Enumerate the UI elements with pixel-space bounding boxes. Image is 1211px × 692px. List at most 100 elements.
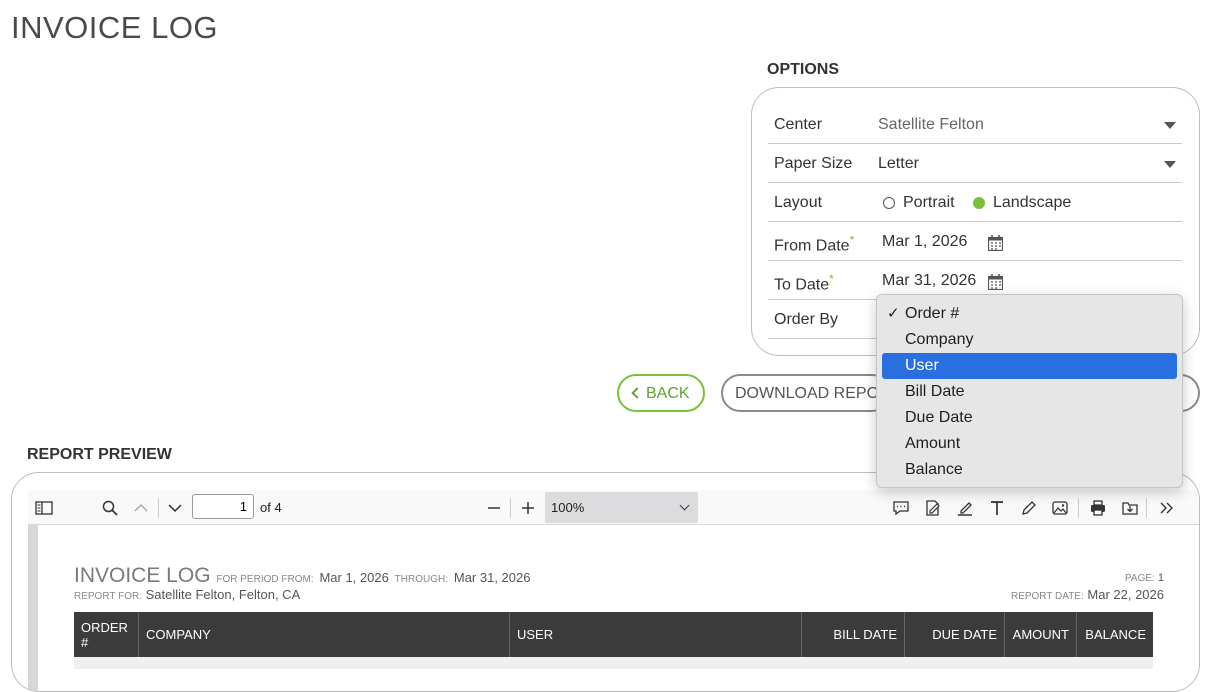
page-count: of 4 <box>260 500 282 515</box>
doc-period-from-label: FOR PERIOD FROM: <box>216 574 314 585</box>
doc-through: Mar 31, 2026 <box>453 570 531 585</box>
zoom-value: 100% <box>551 500 585 515</box>
landscape-label[interactable]: Landscape <box>993 194 1071 212</box>
checkmark-icon: ✓ <box>887 305 900 322</box>
zoom-in-icon[interactable] <box>519 499 537 517</box>
column-header-bill-date: BILL DATE <box>802 612 905 657</box>
doc-table-header: ORDER # COMPANY USER BILL DATE DUE DATE … <box>74 612 1153 657</box>
doc-report-for-value: Satellite Felton, Felton, CA <box>145 587 301 602</box>
toolbar-divider <box>510 498 511 518</box>
download-button-label: DOWNLOAD REPORT <box>735 385 891 402</box>
column-header-amount: AMOUNT <box>1005 612 1077 657</box>
report-preview-title: REPORT PREVIEW <box>27 446 172 463</box>
zoom-select[interactable]: 100% <box>545 492 698 523</box>
option-label: Due Date <box>905 409 973 426</box>
doc-report-for-label: REPORT FOR: <box>74 591 142 602</box>
doc-report-date-label: REPORT DATE: <box>1010 591 1084 602</box>
print-icon[interactable] <box>1089 499 1107 517</box>
option-label: Company <box>905 331 974 348</box>
pdf-toolbar: of 4 100% <box>28 490 1199 525</box>
from-date-row: From Date* Mar 1, 2026 <box>768 222 1182 261</box>
chevron-down-icon <box>679 500 690 511</box>
center-value: Satellite Felton <box>878 116 984 133</box>
chevron-left-icon <box>631 387 643 399</box>
order-by-option-amount[interactable]: Amount <box>882 431 1177 457</box>
chevron-down-icon <box>1164 122 1176 129</box>
table-row <box>74 657 1153 669</box>
zoom-out-icon[interactable] <box>485 499 503 517</box>
doc-title: INVOICE LOG <box>74 564 211 587</box>
column-header-user: USER <box>510 612 802 657</box>
text-icon[interactable] <box>988 499 1006 517</box>
order-by-option-company[interactable]: Company <box>882 327 1177 353</box>
order-by-option-user[interactable]: User <box>882 353 1177 379</box>
paper-size-label: Paper Size <box>774 155 853 172</box>
portrait-label[interactable]: Portrait <box>903 194 955 212</box>
landscape-radio[interactable] <box>973 197 985 209</box>
doc-report-date-value: Mar 22, 2026 <box>1087 587 1164 602</box>
order-by-option-balance[interactable]: Balance <box>882 457 1177 483</box>
required-asterisk: * <box>849 233 855 247</box>
order-by-option-due-date[interactable]: Due Date <box>882 405 1177 431</box>
search-icon[interactable] <box>101 499 119 517</box>
to-date-label: To Date* <box>774 272 834 294</box>
option-label: Balance <box>905 461 963 478</box>
toolbar-divider <box>1078 498 1079 518</box>
column-header-order: ORDER # <box>74 612 139 657</box>
toolbar-divider <box>1146 498 1147 518</box>
comment-icon[interactable] <box>892 499 910 517</box>
doc-report-for: REPORT FOR: Satellite Felton, Felton, CA <box>74 587 300 602</box>
order-by-label: Order By <box>774 311 839 328</box>
doc-report-date: REPORT DATE: Mar 22, 2026 <box>1011 587 1164 602</box>
chevron-down-icon[interactable] <box>166 499 184 517</box>
to-date-label-text: To Date <box>774 276 830 294</box>
calendar-icon[interactable] <box>988 235 1003 251</box>
portrait-radio[interactable] <box>883 197 895 209</box>
more-tools-icon[interactable] <box>1158 499 1176 517</box>
doc-page-label: PAGE: <box>1124 573 1155 584</box>
chevron-up-icon[interactable] <box>132 499 150 517</box>
center-label: Center <box>774 116 823 133</box>
pdf-page: INVOICE LOG FOR PERIOD FROM: Mar 1, 2026… <box>28 525 1199 691</box>
image-icon[interactable] <box>1051 499 1069 517</box>
required-asterisk: * <box>829 272 834 286</box>
option-label: Amount <box>905 435 961 452</box>
save-icon[interactable] <box>1121 499 1139 517</box>
column-header-balance: BALANCE <box>1085 627 1146 642</box>
from-date-label-text: From Date <box>774 237 850 255</box>
order-by-option-order[interactable]: ✓ Order # <box>882 301 1177 327</box>
layout-label: Layout <box>774 194 823 211</box>
order-by-dropdown: ✓ Order # Company User Bill Date Due Dat… <box>876 294 1183 488</box>
options-title: OPTIONS <box>767 61 840 78</box>
center-select[interactable]: Center Satellite Felton <box>768 105 1182 144</box>
doc-header-title: INVOICE LOG FOR PERIOD FROM: Mar 1, 2026… <box>74 564 530 588</box>
paper-size-select[interactable]: Paper Size Letter <box>768 144 1182 183</box>
sidebar-toggle-icon[interactable] <box>35 499 53 517</box>
back-button-label: BACK <box>646 385 690 402</box>
to-date-input[interactable]: Mar 31, 2026 <box>882 272 976 290</box>
column-header-due-date: DUE DATE <box>905 612 1005 657</box>
doc-period-from: Mar 1, 2026 <box>319 570 389 585</box>
doc-page-value: 1 <box>1157 572 1164 584</box>
sign-icon[interactable] <box>924 499 942 517</box>
page-title: INVOICE LOG <box>11 10 219 45</box>
option-label: Order # <box>905 305 960 322</box>
from-date-label: From Date* <box>774 233 854 255</box>
option-label: Bill Date <box>905 383 965 400</box>
layout-row: Layout Portrait Landscape <box>768 183 1182 222</box>
back-button[interactable]: BACK <box>617 374 705 412</box>
doc-page-number: PAGE: 1 <box>1125 572 1164 584</box>
chevron-down-icon <box>1164 161 1176 168</box>
column-header-company: COMPANY <box>139 612 510 657</box>
calendar-icon[interactable] <box>988 274 1003 290</box>
page-number-input[interactable] <box>192 494 254 519</box>
toolbar-divider <box>158 498 159 518</box>
order-by-option-bill-date[interactable]: Bill Date <box>882 379 1177 405</box>
report-preview-frame: of 4 100% <box>11 472 1200 692</box>
option-label: User <box>905 357 939 374</box>
draw-icon[interactable] <box>1020 499 1038 517</box>
doc-through-label: THROUGH: <box>394 574 449 585</box>
highlight-icon[interactable] <box>956 499 974 517</box>
download-report-button[interactable]: DOWNLOAD REPORT <box>721 374 891 412</box>
from-date-input[interactable]: Mar 1, 2026 <box>882 233 967 251</box>
